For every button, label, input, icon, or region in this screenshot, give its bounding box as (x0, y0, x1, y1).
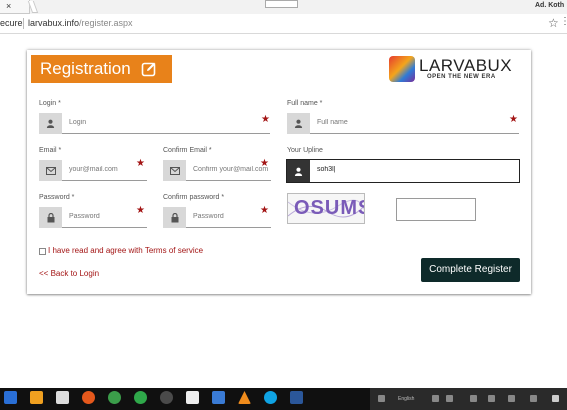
required-star-icon: ★ (136, 205, 145, 216)
url-domain: larvabux.info (28, 18, 80, 28)
required-mark: * (206, 147, 212, 154)
login-label-text: Login (39, 100, 57, 107)
confirm-email-field[interactable]: Confirm your@mail.com (163, 160, 271, 181)
lock-icon (39, 207, 62, 228)
chrome-active-icon[interactable] (160, 391, 173, 404)
required-mark: * (56, 147, 62, 154)
captcha-text: OSUMS (294, 197, 365, 219)
tray-icon[interactable] (488, 395, 495, 402)
confirm-password-label-text: Confirm password (163, 194, 220, 201)
required-mark: * (56, 100, 61, 107)
fullname-label: Full name * (287, 100, 322, 107)
camera-icon[interactable] (56, 391, 69, 404)
envelope-icon (163, 160, 186, 181)
network-icon[interactable] (508, 395, 515, 402)
user-icon (287, 160, 310, 182)
bookmark-star-icon[interactable]: ☆ (548, 16, 559, 30)
required-star-icon: ★ (261, 114, 270, 125)
user-icon (287, 113, 310, 134)
logo-tagline: OPEN THE NEW ERA (427, 74, 496, 80)
window-control[interactable] (265, 0, 298, 8)
start-icon[interactable] (4, 391, 17, 404)
word-icon[interactable] (290, 391, 303, 404)
required-mark: * (69, 194, 75, 201)
tray-icon[interactable] (378, 395, 385, 402)
captcha-image: OSUMS (287, 193, 365, 224)
file-icon[interactable] (186, 391, 199, 404)
notification-icon[interactable] (552, 395, 559, 402)
skype-icon[interactable] (264, 391, 277, 404)
confirm-password-label: Confirm password * (163, 194, 224, 201)
app-icon[interactable] (134, 391, 147, 404)
app-icon[interactable] (212, 391, 225, 404)
back-to-login-link[interactable]: << Back to Login (39, 269, 99, 278)
tray-icon[interactable] (432, 395, 439, 402)
browser-tab[interactable]: × (0, 0, 30, 14)
password-label: Password * (39, 194, 74, 201)
upline-field[interactable]: soh3l| (286, 159, 520, 183)
agree-checkbox[interactable] (39, 248, 46, 255)
captcha-input[interactable] (396, 198, 476, 221)
app-icon[interactable] (30, 391, 43, 404)
confirm-password-field[interactable]: Password (163, 207, 271, 228)
required-star-icon: ★ (509, 114, 518, 125)
required-star-icon: ★ (260, 205, 269, 216)
close-tab-icon[interactable]: × (6, 1, 11, 11)
password-placeholder: Password (69, 213, 100, 220)
url-separator (23, 18, 24, 29)
email-placeholder: your@mail.com (69, 166, 118, 173)
confirm-password-placeholder: Password (193, 213, 224, 220)
terms-link[interactable]: Terms of service (145, 246, 203, 255)
required-star-icon: ★ (260, 158, 269, 169)
logo-name-a: LARVA (419, 56, 476, 75)
confirm-email-label-text: Confirm Email (163, 147, 207, 154)
login-field[interactable]: Login (39, 113, 270, 134)
lock-icon (163, 207, 186, 228)
email-field[interactable]: your@mail.com (39, 160, 147, 181)
confirm-email-label: Confirm Email * (163, 147, 212, 154)
url-text[interactable]: larvabux.info/register.aspx (28, 18, 133, 28)
logo-name-b: BUX (475, 56, 513, 75)
browser-menu-icon[interactable]: ⋮ (560, 16, 567, 28)
fullname-label-text: Full name (287, 100, 318, 107)
confirm-email-placeholder: Confirm your@mail.com (193, 166, 269, 173)
chrome-icon[interactable] (108, 391, 121, 404)
email-label: Email * (39, 147, 61, 154)
logo-name: LARVABUX (419, 56, 512, 76)
complete-register-button[interactable]: Complete Register (421, 258, 520, 282)
tray-icon[interactable] (446, 395, 453, 402)
secure-indicator[interactable]: ecure (0, 18, 23, 28)
email-label-text: Email (39, 147, 57, 154)
required-mark: * (219, 194, 225, 201)
volume-icon[interactable] (530, 395, 537, 402)
edit-icon (141, 62, 156, 77)
upline-value: soh3l| (317, 166, 336, 173)
agree-text: I have read and agree with (48, 246, 145, 255)
language-indicator[interactable]: English (398, 396, 414, 402)
envelope-icon (39, 160, 62, 181)
required-mark: * (317, 100, 323, 107)
larvabux-logo-icon (389, 56, 415, 82)
profile-label[interactable]: Ad. Koth (535, 2, 564, 9)
tray-icon[interactable] (470, 395, 477, 402)
user-icon (39, 113, 62, 134)
agree-label[interactable]: I have read and agree with Terms of serv… (48, 246, 203, 255)
page-title-text: Registration (40, 59, 131, 78)
url-path: /register.aspx (79, 18, 133, 28)
firefox-icon[interactable] (82, 391, 95, 404)
password-label-text: Password (39, 194, 70, 201)
fullname-field[interactable]: Full name (287, 113, 519, 134)
login-label: Login * (39, 100, 61, 107)
password-field[interactable]: Password (39, 207, 147, 228)
login-placeholder: Login (69, 119, 87, 126)
fullname-placeholder: Full name (317, 119, 348, 126)
upline-label: Your Upline (287, 147, 323, 154)
required-star-icon: ★ (136, 158, 145, 169)
